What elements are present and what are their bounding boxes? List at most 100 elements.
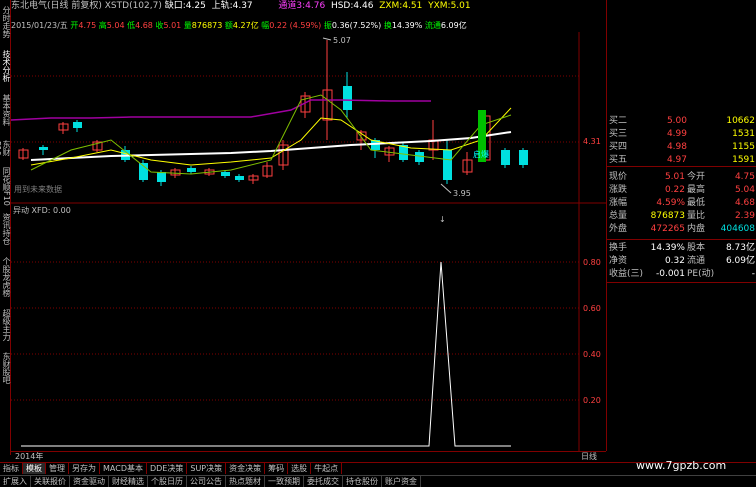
vtab-technical[interactable]: 技术分析 <box>0 46 11 86</box>
indicator-tab[interactable]: DDE决策 <box>147 463 188 474</box>
quote-stat-row: 涨跌 0.22 最高 5.04 <box>607 185 756 196</box>
candle-body <box>443 150 452 180</box>
indicator-tab[interactable]: SUP决策 <box>187 463 227 474</box>
fund-value-2: 8.73亿 <box>725 243 755 253</box>
bid-level-label: 买四 <box>609 142 628 152</box>
stat-value: 4.59% <box>656 198 685 208</box>
function-bar-item[interactable]: 公司公告 <box>187 476 226 487</box>
vtab-eastmoney-forum[interactable]: 东财股吧 <box>0 348 11 388</box>
indicator-tick-label: 0.20 <box>583 396 601 405</box>
fund-value: 14.39% <box>650 243 685 253</box>
vtab-eastmoney-f10[interactable]: 东财F10 <box>0 133 11 163</box>
stat-label-2: 量比 <box>687 211 706 221</box>
stat-value: 876873 <box>650 211 685 221</box>
kline-chart[interactable]: 5.07 3.95 4.31 用到未来数据 启爆 异动 XFD: 0.00 ↓ … <box>11 0 606 451</box>
bid-level-volume: 1155 <box>732 142 755 152</box>
bid-level-row[interactable]: 买三 4.99 1531 <box>607 129 756 140</box>
indicator-cursor-marker: ↓ <box>439 215 446 224</box>
vtab-basic-info[interactable]: 基本资料 <box>0 90 11 130</box>
bid-level-label: 买二 <box>609 116 628 126</box>
indicator-tab[interactable]: 管理 <box>46 463 69 474</box>
stat-label: 涨跌 <box>609 185 628 195</box>
candle-body <box>519 150 528 165</box>
function-bar-item[interactable]: 热点题材 <box>226 476 265 487</box>
bid-level-volume: 1531 <box>732 129 755 139</box>
trading-window: 分时走势 技术分析 基本资料 东财F10 同花顺F10 资讯持仓 个股龙虎榜 超… <box>0 0 756 487</box>
indicator-tab[interactable]: 资金决策 <box>226 463 266 474</box>
vtab-intraday[interactable]: 分时走势 <box>0 0 11 44</box>
fund-label: 净资 <box>609 256 628 266</box>
function-bar-item[interactable]: 关联报价 <box>31 476 70 487</box>
indicator-ticks: 0.80 0.60 0.40 0.20 <box>583 258 601 405</box>
vtab-dragon-tiger[interactable]: 个股龙虎榜 <box>0 252 11 302</box>
indicator-tab[interactable]: 牛起点 <box>311 463 343 474</box>
fund-value-2: 6.09亿 <box>725 256 755 266</box>
vtab-ths-f10[interactable]: 同花顺F10 <box>0 166 11 206</box>
bid-level-price: 5.00 <box>666 116 687 126</box>
indicator-tab[interactable]: 模板 <box>23 463 46 474</box>
ma-white-line <box>30 131 512 161</box>
indicator-label: 异动 XFD: 0.00 <box>13 205 71 215</box>
stat-label: 现价 <box>609 172 628 182</box>
stat-label-2: 今开 <box>687 172 706 182</box>
indicator-tick-label: 0.40 <box>583 350 601 359</box>
candle-body <box>415 152 424 162</box>
ma-green-line <box>30 94 512 175</box>
fund-label-2: 流通 <box>687 256 706 266</box>
candle-body <box>501 150 510 165</box>
candle-body <box>235 176 244 180</box>
stat-label-2: 内盘 <box>687 224 706 234</box>
indicator-tab[interactable]: 另存为 <box>69 463 100 474</box>
bid-level-price: 4.97 <box>666 155 687 165</box>
fundamental-row: 收益(三) -0.001 PE(动) - <box>607 269 756 280</box>
stat-label: 外盘 <box>609 224 628 234</box>
fund-value-2: - <box>751 269 755 279</box>
price-tick-label: 4.31 <box>583 137 601 146</box>
candle-body <box>39 147 48 150</box>
stat-label-2: 最高 <box>687 185 706 195</box>
quote-stat-row: 现价 5.01 今开 4.75 <box>607 172 756 183</box>
candle-body <box>187 168 196 172</box>
indicator-tab[interactable]: 选股 <box>288 463 312 474</box>
price-grid <box>11 75 579 143</box>
bid-level-row[interactable]: 买四 4.98 1155 <box>607 142 756 153</box>
fundamental-row: 换手 14.39% 股本 8.73亿 <box>607 243 756 254</box>
function-bar-item[interactable]: 扩展入 <box>0 476 31 487</box>
bid-level-label: 买五 <box>609 155 628 165</box>
ma-magenta-line <box>11 99 431 121</box>
time-axis: 2014年 日线 <box>11 451 606 462</box>
stat-value: 0.22 <box>664 185 685 195</box>
signal-label: 启爆 <box>473 149 489 159</box>
function-bar-item[interactable]: 委托成交 <box>304 476 343 487</box>
fund-label: 换手 <box>609 243 628 253</box>
stat-value: 5.01 <box>664 172 685 182</box>
bid-level-volume: 10662 <box>726 116 755 126</box>
candle-body <box>221 172 230 176</box>
stat-value-2: 4.75 <box>734 172 755 182</box>
function-bar-item[interactable]: 账户资金 <box>382 476 421 487</box>
indicator-tab[interactable]: MACD基本 <box>100 463 147 474</box>
vtab-news-holdings[interactable]: 资讯持仓 <box>0 209 11 249</box>
function-bar-item[interactable]: 财经精选 <box>109 476 148 487</box>
chart-area[interactable]: 东北电气(日线 前复权) XSTD(102,7) 缺口:4.25 上轨:4.37… <box>11 0 606 451</box>
watermark: www.7gpzb.com <box>636 459 727 472</box>
indicator-tick-label: 0.80 <box>583 258 601 267</box>
bid-level-price: 4.98 <box>666 142 687 152</box>
vtab-super-main[interactable]: 超级主力 <box>0 305 11 345</box>
quote-stat-row: 外盘 472265 内盘 404608 <box>607 224 756 235</box>
bid-level-row[interactable]: 买五 4.97 1591 <box>607 155 756 166</box>
stat-value-2: 5.04 <box>734 185 755 195</box>
function-bar-item[interactable]: 资金驱动 <box>70 476 109 487</box>
function-bar-item[interactable]: 一致预期 <box>265 476 304 487</box>
axis-period[interactable]: 日线 <box>581 452 597 462</box>
vertical-tab-strip: 分时走势 技术分析 基本资料 东财F10 同花顺F10 资讯持仓 个股龙虎榜 超… <box>0 0 11 455</box>
indicator-tab[interactable]: 指标 <box>0 463 23 474</box>
function-bar-item[interactable]: 个股日历 <box>148 476 187 487</box>
low-mark-label: 3.95 <box>453 189 471 198</box>
candle-body <box>157 172 166 182</box>
stat-label: 总量 <box>609 211 628 221</box>
function-bar-item[interactable]: 持仓股份 <box>343 476 382 487</box>
bid-level-row[interactable]: 买二 5.00 10662 <box>607 116 756 127</box>
indicator-tick-label: 0.60 <box>583 304 601 313</box>
indicator-tab[interactable]: 筹码 <box>265 463 289 474</box>
